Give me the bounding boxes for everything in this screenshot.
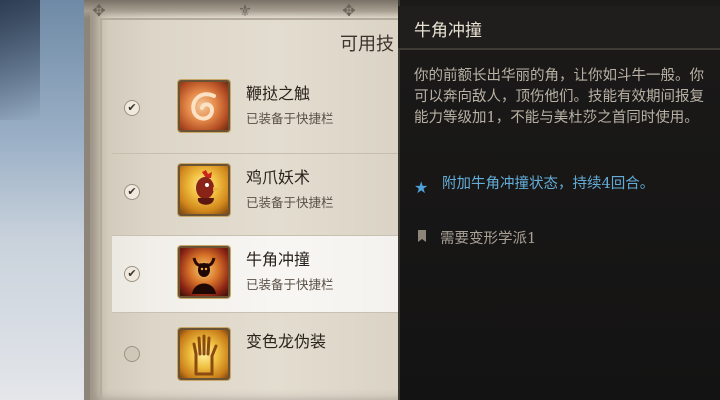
tooltip-requirement: 需要变形学派1	[440, 231, 537, 247]
ability-row[interactable]: ✔ 鸡爪妖术 已装备于快捷栏	[112, 154, 398, 232]
ability-row[interactable]: ✔ 鞭挞之触 已装备于快捷栏	[112, 70, 398, 148]
ability-status: 已装备于快捷栏	[246, 195, 334, 210]
equipped-check-icon[interactable]: ✔	[124, 184, 140, 200]
ability-name: 变色龙伪装	[246, 332, 327, 351]
ability-status: 已装备于快捷栏	[246, 111, 334, 126]
tooltip-title: 牛角冲撞	[414, 21, 482, 41]
tooltip-description: 你的前额长出华丽的角，让你如斗牛一般。你可以奔向敌人，顶伤他们。技能有效期间报复…	[414, 68, 704, 126]
ability-row-selected[interactable]: ✔ 牛角冲撞 已装备于快捷栏	[112, 235, 398, 313]
ability-status: 已装备于快捷栏	[246, 277, 334, 292]
equipped-check-icon[interactable]: ✔	[124, 266, 140, 282]
unequipped-check-icon[interactable]: ✔	[124, 346, 140, 362]
star-icon: ★	[414, 178, 429, 197]
rooster-head-icon	[196, 170, 220, 205]
bull-rush-icon	[178, 246, 230, 298]
corner-ornament-icon: ✥	[92, 1, 106, 20]
ability-name: 牛角冲撞	[246, 250, 311, 269]
top-ornament-icon: ⚜	[237, 1, 253, 20]
lash-touch-icon	[178, 80, 230, 132]
top-ornament-icon: ✥	[342, 1, 356, 20]
ability-row[interactable]: ✔ 变色龙伪装	[112, 318, 398, 396]
horned-figure-icon	[192, 257, 216, 294]
ability-tooltip	[398, 0, 720, 400]
equipped-check-icon[interactable]: ✔	[124, 100, 140, 116]
chameleon-cloak-icon	[178, 328, 230, 380]
chicken-claw-icon	[178, 164, 230, 216]
background-shadow	[0, 0, 40, 120]
panel-title: 可用技	[340, 34, 394, 55]
ability-name: 鞭挞之触	[246, 84, 311, 103]
lash-swirl-icon	[191, 92, 216, 121]
tooltip-bonus: 附加牛角冲撞状态，持续4回合。	[442, 176, 655, 192]
hand-icon	[192, 334, 218, 376]
ability-name: 鸡爪妖术	[246, 168, 311, 187]
